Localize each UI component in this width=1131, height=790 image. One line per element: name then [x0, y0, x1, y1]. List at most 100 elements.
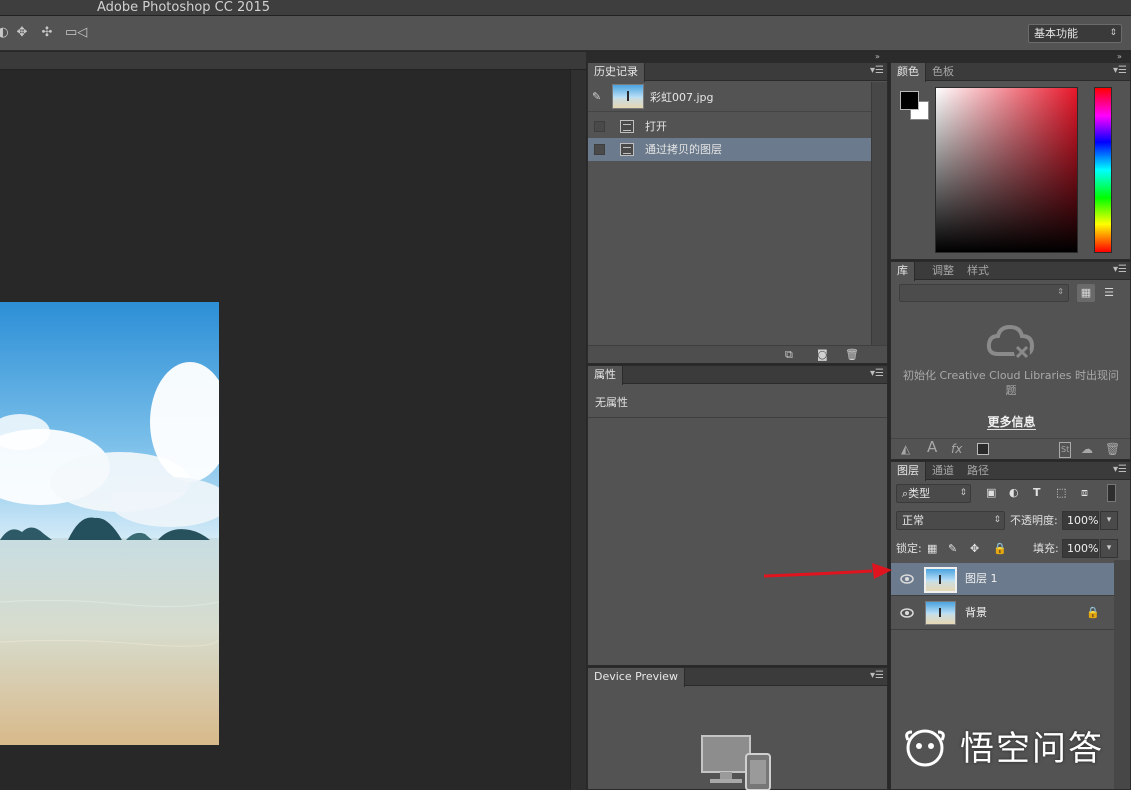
collapse-dock-icon[interactable]: » — [875, 52, 880, 62]
filter-toggle[interactable] — [1107, 484, 1116, 502]
panel-menu-icon[interactable]: ▾☰ — [1113, 65, 1127, 77]
list-view-icon[interactable]: ☰ — [1100, 284, 1118, 302]
lock-all-icon[interactable]: 🔒 — [993, 542, 1007, 556]
watermark-text: 悟空问答 — [960, 729, 1104, 769]
camera-icon[interactable]: ◙ — [817, 348, 828, 361]
smart-object-filter-icon[interactable]: ⧈ — [1081, 486, 1088, 500]
tab-device-preview[interactable]: Device Preview — [588, 668, 685, 687]
tab-libraries[interactable]: 库 — [891, 262, 915, 281]
layer-row-selected[interactable]: 图层 1 — [891, 563, 1115, 596]
fill-input[interactable]: 100% — [1062, 539, 1099, 558]
properties-panel: 属性 ▾☰ 无属性 — [587, 365, 888, 666]
tab-layers[interactable]: 图层 — [891, 462, 926, 481]
layer-thumbnail — [924, 567, 957, 593]
add-character-style-icon[interactable]: A — [927, 440, 937, 455]
lock-brush-icon[interactable]: ✎ — [948, 542, 957, 556]
opacity-input[interactable]: 100% — [1062, 511, 1099, 530]
source-checkbox[interactable] — [594, 144, 605, 155]
collapse-dock-icon[interactable]: » — [1117, 52, 1122, 62]
new-document-from-state-icon[interactable]: ⧉ — [785, 348, 793, 361]
add-color-swatch-icon[interactable] — [977, 443, 989, 455]
history-panel: 历史记录 ▾☰ ✎ 彩虹007.jpg 打开 通过拷贝的图层 ⧉ ◙ 🗑 — [587, 62, 888, 364]
roll-3d-icon[interactable]: ✥ — [13, 25, 31, 41]
workspace-select[interactable]: 基本功能 ⇕ — [1028, 24, 1122, 43]
blend-mode-select[interactable]: 正常 ⇕ — [896, 511, 1005, 530]
app-title: Adobe Photoshop CC 2015 — [97, 0, 271, 15]
tab-paths[interactable]: 路径 — [961, 462, 995, 480]
layer-thumbnail — [925, 601, 956, 625]
grid-view-icon[interactable]: ▦ — [1077, 284, 1095, 302]
history-snapshot[interactable]: ✎ 彩虹007.jpg — [588, 82, 872, 112]
layers-tabbar: 图层 通道 路径 ▾☰ — [891, 462, 1130, 481]
updown-arrows-icon: ⇕ — [1109, 28, 1117, 38]
document-tab-strip — [0, 52, 586, 70]
canvas-vertical-scrollbar[interactable] — [570, 70, 586, 790]
type-filter-icon[interactable]: T — [1033, 486, 1041, 500]
document-state-icon — [620, 120, 634, 133]
fill-dropdown-icon[interactable]: ▾ — [1100, 539, 1118, 558]
lock-position-icon[interactable]: ✥ — [970, 542, 979, 556]
layer-name: 图层 1 — [965, 572, 998, 585]
properties-tabbar: 属性 ▾☰ — [588, 366, 887, 385]
eye-icon[interactable] — [900, 607, 914, 619]
panel-dock-header — [889, 52, 1131, 62]
panel-menu-icon[interactable]: ▾☰ — [870, 670, 884, 682]
panel-menu-icon[interactable]: ▾☰ — [1113, 264, 1127, 276]
workspace-label: 基本功能 — [1034, 27, 1078, 40]
panel-menu-icon[interactable]: ▾☰ — [870, 368, 884, 380]
updown-arrows-icon: ⇕ — [993, 515, 1001, 525]
tab-channels[interactable]: 通道 — [926, 462, 960, 480]
history-step-label: 通过拷贝的图层 — [645, 143, 722, 156]
history-step-selected[interactable]: 通过拷贝的图层 — [588, 138, 872, 161]
opacity-label: 不透明度: — [1010, 514, 1058, 527]
opacity-dropdown-icon[interactable]: ▾ — [1100, 511, 1118, 530]
color-tabbar: 颜色 色板 ▾☰ — [891, 63, 1130, 82]
fill-label: 填充: — [1033, 542, 1059, 555]
panel-menu-icon[interactable]: ▾☰ — [1113, 464, 1127, 476]
drag-3d-icon[interactable]: ✣ — [38, 25, 56, 41]
cloud-sync-icon[interactable]: ☁ — [1081, 442, 1093, 456]
tab-color[interactable]: 颜色 — [891, 63, 926, 82]
tab-properties[interactable]: 属性 — [588, 366, 623, 385]
libraries-toolbar: ◭ A fx St ☁ 🗑 — [891, 438, 1130, 459]
shape-filter-icon[interactable]: ⬚ — [1056, 486, 1066, 500]
history-footer: ⧉ ◙ 🗑 — [588, 345, 887, 363]
library-select[interactable]: ⇕ — [899, 284, 1069, 302]
tab-styles[interactable]: 样式 — [961, 262, 995, 280]
devices-icon — [701, 735, 771, 790]
tab-history[interactable]: 历史记录 — [588, 63, 645, 82]
image-filter-icon[interactable]: ▣ — [986, 486, 996, 500]
more-info-link[interactable]: 更多信息 — [891, 413, 1131, 430]
rotate-3d-icon[interactable]: ◐ — [0, 25, 12, 41]
foreground-color-swatch[interactable] — [900, 91, 919, 110]
lock-transparent-icon[interactable]: ▦ — [927, 542, 937, 556]
tab-swatches[interactable]: 色板 — [926, 63, 960, 81]
video-camera-icon[interactable]: ▭◁ — [65, 25, 87, 41]
add-graphic-icon[interactable]: ◭ — [901, 442, 910, 456]
history-scrollbar[interactable] — [871, 82, 887, 346]
history-step[interactable]: 打开 — [588, 115, 872, 138]
device-preview-panel: Device Preview ▾☰ — [587, 667, 888, 790]
adjustment-filter-icon[interactable]: ◐ — [1009, 486, 1019, 500]
layer-name: 背景 — [965, 606, 987, 619]
watermark: 悟空问答 — [900, 722, 1120, 778]
color-field[interactable] — [935, 87, 1078, 253]
filter-kind-select[interactable]: ⌕类型 ⇕ — [896, 484, 971, 503]
panel-menu-icon[interactable]: ▾☰ — [870, 65, 884, 77]
snapshot-name: 彩虹007.jpg — [650, 91, 714, 104]
add-layer-style-icon[interactable]: fx — [951, 442, 962, 456]
history-brush-icon: ✎ — [592, 90, 602, 103]
creative-cloud-error-icon — [986, 324, 1035, 360]
eye-icon[interactable] — [900, 573, 914, 585]
trash-icon[interactable]: 🗑 — [845, 348, 859, 361]
wukong-logo-icon — [905, 729, 945, 767]
tab-adjustments[interactable]: 调整 — [926, 262, 960, 280]
source-checkbox[interactable] — [594, 121, 605, 132]
document-image[interactable] — [0, 302, 219, 745]
color-panel: 颜色 色板 ▾☰ — [890, 62, 1131, 260]
layer-row[interactable]: 背景 🔒 — [891, 597, 1115, 630]
trash-icon[interactable]: 🗑 — [1105, 442, 1120, 456]
stock-icon[interactable]: St — [1059, 442, 1072, 458]
hue-slider[interactable] — [1094, 87, 1112, 253]
updown-arrows-icon: ⇕ — [1057, 287, 1064, 296]
